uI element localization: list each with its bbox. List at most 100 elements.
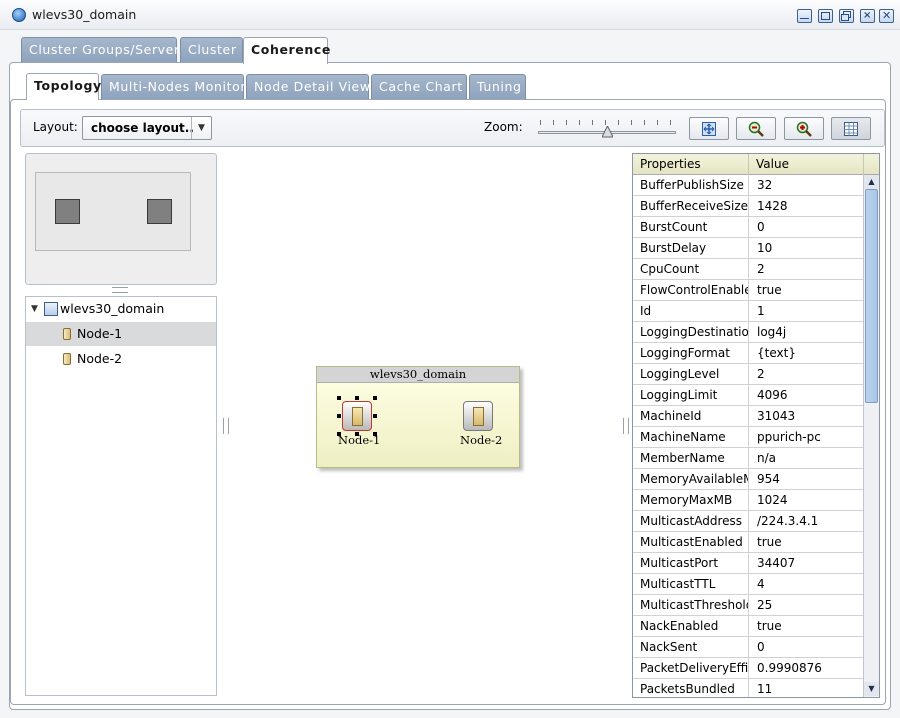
property-name: BurstCount [633, 217, 749, 237]
domain-group-box[interactable]: wlevs30_domain Node-1 Node-2 [316, 366, 520, 468]
property-row[interactable]: MulticastThreshold 25 [633, 595, 864, 616]
property-row[interactable]: NackEnabled true [633, 616, 864, 637]
property-value: 2 [757, 367, 765, 381]
property-row[interactable]: NackSent 0 [633, 637, 864, 658]
scrollbar-thumb[interactable] [865, 189, 878, 403]
tab-multi-nodes-monitor[interactable]: Multi-Nodes Monitor [101, 74, 245, 99]
right-vertical-splitter[interactable] [623, 418, 629, 434]
grid-icon [844, 122, 858, 136]
property-name: NackSent [633, 637, 749, 657]
property-row[interactable]: LoggingDestinatior log4j [633, 322, 864, 343]
layout-select-value: choose layout.. [91, 121, 194, 135]
zoom-in-icon [796, 121, 812, 137]
maximize-icon[interactable] [839, 9, 854, 23]
layout-select[interactable]: choose layout.. ▼ [82, 116, 212, 140]
server-icon [342, 401, 372, 431]
tree-root-label: wlevs30_domain [60, 301, 165, 316]
topology-tree: ▼ wlevs30_domain Node-1 Node-2 [25, 296, 217, 696]
property-row[interactable]: FlowControlEnable true [633, 280, 864, 301]
property-row[interactable]: BufferReceiveSize 1428 [633, 196, 864, 217]
tree-item-label: Node-2 [77, 351, 123, 366]
properties-table: Properties Value BufferPublishSize 32 Buff… [632, 153, 880, 698]
tab-topology[interactable]: Topology [26, 73, 101, 100]
property-value: 32 [757, 178, 773, 192]
column-header-properties[interactable]: Properties [633, 154, 749, 175]
property-row[interactable]: BurstDelay 10 [633, 238, 864, 259]
property-row[interactable]: LoggingLevel 2 [633, 364, 864, 385]
tab-cluster-groups-server[interactable]: Cluster Groups/Server [21, 37, 179, 62]
overview-viewport[interactable] [35, 172, 191, 251]
canvas-node-1[interactable] [337, 396, 377, 436]
domain-icon [44, 302, 58, 316]
scroll-up-icon[interactable]: ▲ [864, 175, 879, 189]
property-row[interactable]: MachineName ppurich-pc [633, 427, 864, 448]
zoom-label: Zoom: [484, 120, 523, 134]
zoom-slider-thumb[interactable] [601, 124, 614, 138]
domain-group-title: wlevs30_domain [317, 367, 519, 383]
property-row[interactable]: MemoryMaxMB 1024 [633, 490, 864, 511]
property-name: LoggingFormat [633, 343, 749, 363]
property-name: LoggingLimit [633, 385, 749, 405]
properties-scrollbar[interactable]: ▲ ▼ [863, 175, 879, 697]
chevron-down-icon[interactable]: ▼ [191, 117, 211, 139]
property-value: 1 [757, 304, 765, 318]
property-name: BufferReceiveSize [633, 196, 749, 216]
property-row[interactable]: LoggingFormat {text} [633, 343, 864, 364]
overview-panel[interactable] [25, 153, 217, 285]
property-row[interactable]: BurstCount 0 [633, 217, 864, 238]
detach-icon[interactable]: × [860, 9, 875, 23]
zoom-in-button[interactable] [784, 117, 824, 140]
scroll-down-icon[interactable]: ▼ [864, 682, 879, 696]
property-name: NackEnabled [633, 616, 749, 636]
minimize-icon[interactable] [797, 9, 812, 23]
fit-to-view-icon [702, 122, 716, 136]
restore-icon[interactable] [818, 9, 833, 23]
expand-triangle-icon[interactable]: ▼ [31, 297, 38, 321]
horizontal-splitter[interactable] [112, 287, 128, 293]
property-name: CpuCount [633, 259, 749, 279]
properties-table-header: Properties Value [633, 154, 879, 175]
tab-tuning[interactable]: Tuning [469, 74, 526, 99]
property-name: MemoryAvailableME [633, 469, 749, 489]
property-row[interactable]: MemoryAvailableME 954 [633, 469, 864, 490]
tab-coherence[interactable]: Coherence [243, 37, 330, 64]
property-name: BufferPublishSize [633, 175, 749, 195]
property-row[interactable]: MachineId 31043 [633, 406, 864, 427]
property-value: 1428 [757, 199, 788, 213]
tab-node-detail-view[interactable]: Node Detail View [246, 74, 370, 99]
property-value: {text} [757, 346, 796, 360]
property-row[interactable]: PacketDeliveryEffici 0.9990876 [633, 658, 864, 679]
close-icon[interactable]: ✕ [879, 9, 894, 23]
canvas-node-2[interactable] [462, 400, 494, 432]
property-value: n/a [757, 451, 777, 465]
property-row[interactable]: CpuCount 2 [633, 259, 864, 280]
property-row[interactable]: Id 1 [633, 301, 864, 322]
property-name: LoggingLevel [633, 364, 749, 384]
top-tab-strip: Cluster Groups/Server Cluster Coherence [21, 37, 341, 64]
title-bar: wlevs30_domain × ✕ [0, 0, 900, 30]
property-value: 4 [757, 577, 765, 591]
tree-item-node-1[interactable]: Node-1 [26, 322, 216, 346]
property-row[interactable]: PacketsBundled 11 [633, 679, 864, 697]
property-row[interactable]: MulticastTTL 4 [633, 574, 864, 595]
property-row[interactable]: MulticastEnabled true [633, 532, 864, 553]
property-row[interactable]: LoggingLimit 4096 [633, 385, 864, 406]
property-row[interactable]: MemberName n/a [633, 448, 864, 469]
tab-cache-chart[interactable]: Cache Chart [371, 74, 467, 99]
property-row[interactable]: BufferPublishSize 32 [633, 175, 864, 196]
properties-toggle-button[interactable] [831, 117, 871, 140]
tree-item-label: Node-1 [77, 326, 123, 341]
zoom-out-button[interactable] [736, 117, 776, 140]
tree-root[interactable]: ▼ wlevs30_domain [26, 297, 216, 321]
property-value: /224.3.4.1 [757, 514, 819, 528]
column-header-value[interactable]: Value [749, 154, 864, 175]
zoom-slider[interactable] [538, 120, 676, 138]
tree-item-node-2[interactable]: Node-2 [26, 347, 216, 371]
fit-to-view-button[interactable] [689, 117, 729, 140]
property-row[interactable]: MulticastAddress/224.3.4.1 [633, 511, 864, 532]
tab-cluster[interactable]: Cluster [180, 37, 243, 62]
property-value: 31043 [757, 409, 796, 423]
left-vertical-splitter[interactable] [223, 418, 229, 434]
property-row[interactable]: MulticastPort 34407 [633, 553, 864, 574]
property-name: MachineId [633, 406, 749, 426]
